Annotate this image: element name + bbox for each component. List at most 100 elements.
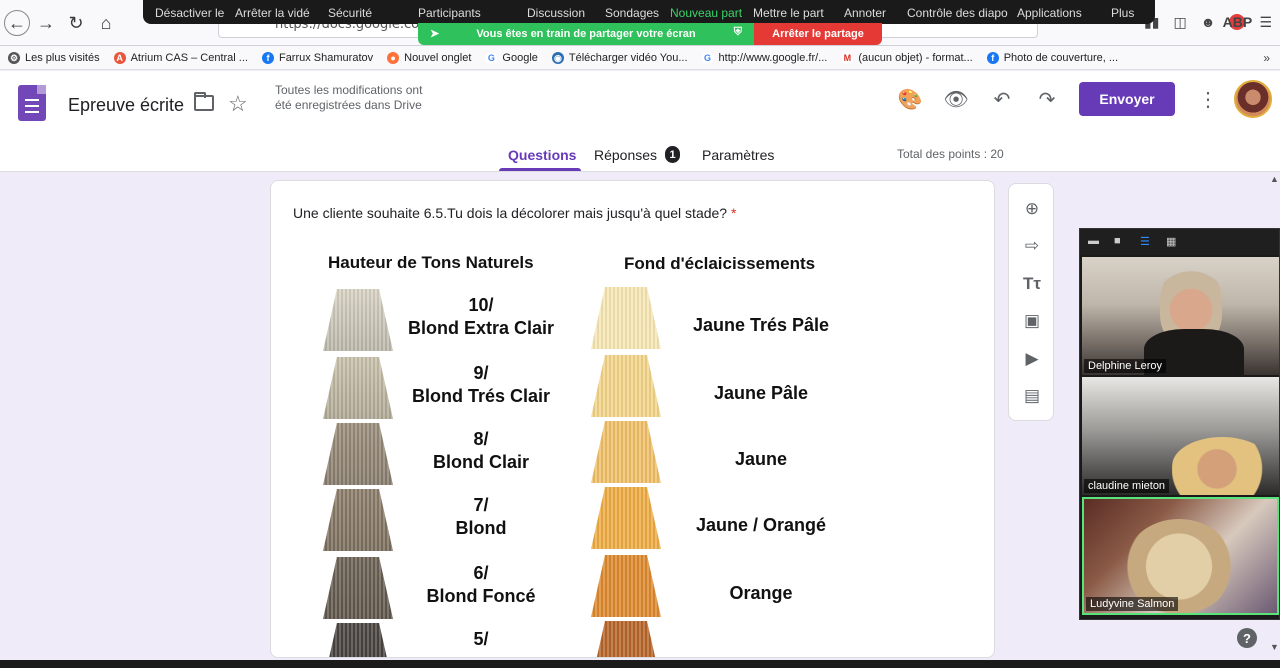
lightening-swatch	[591, 421, 661, 483]
total-points: Total des points : 20	[897, 147, 1004, 161]
lightening-swatch	[591, 287, 661, 349]
lightening-base-name: Orange	[729, 583, 793, 603]
hair-level-name: Blond	[455, 518, 507, 538]
bookmark-item[interactable]: Ghttp://www.google.fr/...	[701, 51, 827, 64]
import-questions-icon[interactable]: ⇨	[1019, 233, 1045, 259]
zoom-mute-button[interactable]: Désactiver le	[155, 6, 224, 20]
hair-levels-title: Hauteur de Tons Naturels	[328, 253, 534, 272]
hair-level-name: Blond Foncé	[426, 586, 536, 606]
zoom-new-share-button[interactable]: Nouveau part	[670, 6, 742, 20]
zoom-remote-control-button[interactable]: Contrôle des diapo	[907, 6, 1008, 20]
add-video-icon[interactable]: ▶	[1019, 346, 1045, 372]
hair-level-number: 9/	[473, 363, 489, 383]
zoom-polls-button[interactable]: Sondages	[605, 6, 659, 20]
facebook-icon: f	[986, 51, 999, 64]
palette-icon[interactable]: 🎨	[898, 87, 923, 111]
question-text[interactable]: Une cliente souhaite 6.5.Tu dois la déco…	[293, 205, 736, 221]
star-icon[interactable]: ☆	[228, 91, 248, 117]
zoom-participants-button[interactable]: Participants	[418, 6, 481, 20]
redo-icon[interactable]: ↷	[1035, 87, 1059, 111]
forward-icon[interactable]: →	[33, 10, 59, 36]
firefox-icon: ●	[387, 51, 400, 64]
video-panel-controls: ▬ ■ ☰ ▦	[1080, 229, 1279, 255]
participant-name: claudine mieton	[1084, 479, 1170, 493]
question-card[interactable]: Une cliente souhaite 6.5.Tu dois la déco…	[270, 180, 995, 658]
tab-questions[interactable]: Questions	[508, 147, 576, 163]
scroll-down-icon[interactable]: ▼	[1270, 642, 1279, 652]
send-button[interactable]: Envoyer	[1079, 82, 1175, 116]
folder-icon[interactable]	[194, 92, 214, 111]
home-icon[interactable]: ⌂	[93, 10, 119, 36]
reload-icon[interactable]: ↻	[63, 10, 89, 36]
hair-swatch	[323, 357, 393, 419]
add-section-icon[interactable]: ▤	[1019, 383, 1045, 409]
participant-video-tile[interactable]: Delphine Leroy	[1082, 257, 1279, 375]
tab-responses[interactable]: Réponses	[594, 147, 657, 163]
zoom-annotate-button[interactable]: Annoter	[844, 6, 886, 20]
shield-icon: ⛨	[733, 26, 742, 38]
scroll-up-icon[interactable]: ▲	[1270, 174, 1279, 184]
participant-video-tile[interactable]: claudine mieton	[1082, 377, 1279, 495]
hair-swatch	[323, 489, 393, 551]
speaker-view-icon[interactable]: ☰	[1140, 235, 1150, 248]
zoom-security-button[interactable]: Sécurité	[328, 6, 372, 20]
hair-swatch	[323, 423, 393, 485]
zoom-more-button[interactable]: Plus	[1111, 6, 1134, 20]
bookmark-item[interactable]: ⚙ Les plus visités	[8, 51, 100, 64]
bookmark-item[interactable]: ● Nouvel onglet	[387, 51, 471, 64]
zoom-stop-video-button[interactable]: Arrêter la vidé	[235, 6, 310, 20]
adblock-icon[interactable]: ABP	[1223, 14, 1252, 30]
gmail-icon: M	[841, 51, 854, 64]
lightening-base-title: Fond d'éclaicissements	[624, 254, 816, 273]
hair-level-number: 6/	[473, 563, 489, 583]
zoom-chat-button[interactable]: Discussion	[527, 6, 585, 20]
bookmarks-bar: ⚙ Les plus visités A Atrium CAS – Central …	[0, 46, 1280, 70]
google-forms-logo[interactable]	[18, 85, 46, 121]
gallery-view-icon[interactable]: ▦	[1166, 235, 1176, 248]
zoom-apps-button[interactable]: Applications	[1017, 6, 1082, 20]
stop-share-button[interactable]: Arrêter le partage	[754, 23, 882, 45]
bookmarks-overflow-icon[interactable]: »	[1263, 51, 1270, 65]
hair-level-name: Blond Clair	[432, 452, 529, 472]
avatar[interactable]	[1234, 80, 1272, 118]
zoom-meeting-toolbar: Désactiver le Arrêter la vidé Sécurité P…	[143, 0, 1155, 24]
lightening-base-name: Jaune Trés Pâle	[692, 315, 830, 335]
more-options-icon[interactable]: ⋮	[1198, 87, 1218, 112]
gear-icon: ⚙	[8, 51, 20, 64]
bookmark-item[interactable]: M (aucun objet) - format...	[841, 51, 973, 64]
bookmark-item[interactable]: G Google	[485, 51, 538, 64]
add-title-icon[interactable]: Tτ	[1019, 271, 1045, 297]
participant-name: Ludyvine Salmon	[1086, 597, 1179, 611]
hide-video-icon[interactable]: ■	[1114, 235, 1121, 247]
lightening-base-name: Jaune	[734, 449, 788, 469]
undo-icon[interactable]: ↶	[990, 87, 1014, 111]
back-icon[interactable]: ←	[4, 10, 30, 36]
help-button[interactable]: ?	[1237, 628, 1257, 648]
form-title[interactable]: Epreuve écrite	[68, 95, 184, 116]
bookmark-item[interactable]: A Atrium CAS – Central ...	[113, 51, 248, 64]
hair-swatch	[323, 289, 393, 351]
sidebar-icon[interactable]: ◫	[1173, 14, 1186, 31]
facebook-icon: f	[261, 51, 274, 64]
participant-video-tile-active[interactable]: Ludyvine Salmon	[1082, 497, 1279, 615]
menu-icon[interactable]: ☰	[1259, 14, 1272, 31]
bookmark-item[interactable]: f Farrux Shamuratov	[261, 51, 373, 64]
bookmark-item[interactable]: ◉ Télécharger vidéo You...	[551, 51, 688, 64]
active-tab-indicator	[499, 168, 581, 171]
share-pin-icon: ➤	[430, 28, 440, 40]
hair-level-number: 5/	[473, 629, 489, 649]
google-icon: G	[701, 51, 714, 64]
preview-eye-icon[interactable]: 👁	[943, 87, 968, 111]
add-question-icon[interactable]: ⊕	[1019, 196, 1045, 222]
lightening-base-name: Jaune Pâle	[713, 383, 809, 403]
stop-share-label: Arrêter le partage	[772, 28, 864, 40]
account-icon[interactable]: ☻	[1201, 14, 1216, 31]
hair-swatch	[323, 623, 393, 657]
zoom-pause-share-button[interactable]: Mettre le part	[753, 6, 824, 20]
minimize-icon[interactable]: ▬	[1088, 235, 1099, 247]
page-scrollbar[interactable]: ▲ ▼	[1268, 172, 1280, 662]
tab-settings[interactable]: Paramètres	[702, 147, 774, 163]
bookmark-item[interactable]: f Photo de couverture, ...	[986, 51, 1118, 64]
add-image-icon[interactable]: ▣	[1019, 308, 1045, 334]
lightening-swatch	[591, 621, 661, 657]
